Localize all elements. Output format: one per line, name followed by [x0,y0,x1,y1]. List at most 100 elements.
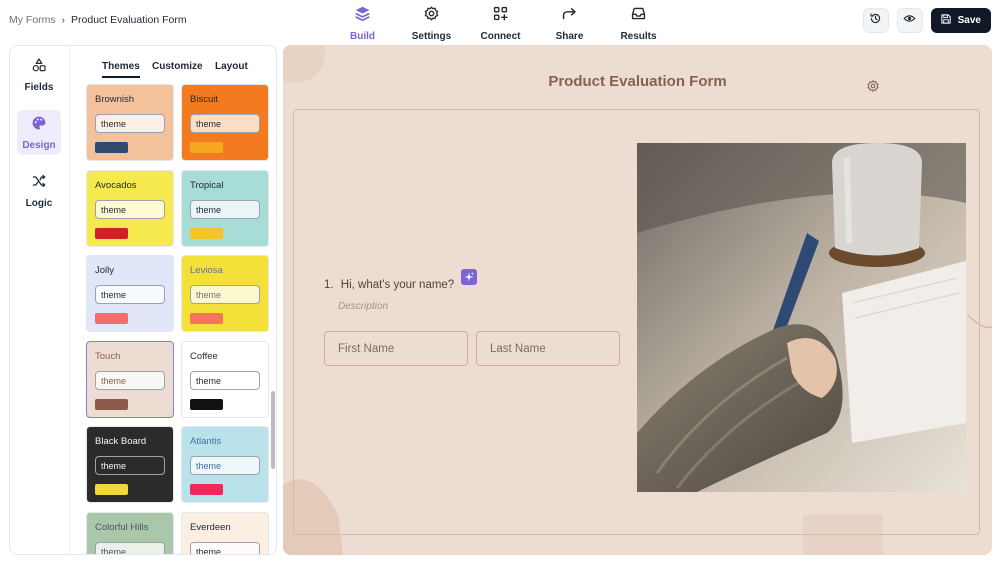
tab-results[interactable]: Results [604,0,673,42]
theme-card-sample-input: theme [190,199,260,219]
theme-card-sample-input: theme [95,199,165,219]
theme-card-name: Coffee [190,350,218,362]
history-button[interactable] [862,8,889,33]
theme-card-name: Touch [95,350,121,362]
form-preview-canvas: Product Evaluation Form 1. Hi, what's yo… [283,45,992,555]
theme-card-sample-input: theme [95,456,165,475]
layers-icon [354,5,371,27]
theme-card-sample-button [190,313,223,324]
tab-connect[interactable]: Connect [466,0,535,42]
tab-results-label: Results [620,31,657,42]
history-icon [869,12,882,30]
tab-share-label: Share [555,31,584,42]
theme-card-sample-button [95,313,128,324]
rail-item-logic[interactable]: Logic [17,168,61,213]
theme-card[interactable]: Avocados theme [86,169,174,247]
rail-logic-label: Logic [25,197,53,209]
theme-card-name: Colorful Hills [95,521,149,533]
breadcrumb: My Forms › Product Evaluation Form [9,14,187,26]
theme-card-sample-button [190,227,223,239]
rail-item-fields[interactable]: Fields [17,52,61,97]
shuffle-icon [31,173,47,194]
preview-button[interactable] [896,8,923,33]
top-actions: Save [862,8,991,33]
theme-card-sample-input: theme [190,285,260,304]
palette-icon [31,115,47,136]
last-name-field[interactable]: Last Name [476,331,620,366]
theme-card[interactable]: Colorful Hills theme [86,511,174,554]
breadcrumb-current: Product Evaluation Form [71,14,187,26]
theme-card-name: Everdeen [190,521,231,533]
theme-card[interactable]: Atlantis theme [181,426,269,503]
theme-card-sample-button [95,142,128,153]
subtab-themes[interactable]: Themes [102,61,140,78]
tab-share[interactable]: Share [535,0,604,42]
grid-plus-icon [492,5,509,27]
theme-card-sample-button [190,484,223,495]
eye-icon [903,12,916,30]
theme-card-sample-input: theme [95,285,165,304]
theme-card-name: Avocados [95,179,137,191]
theme-card[interactable]: Black Board theme [86,426,174,503]
theme-card[interactable]: Brownish theme [86,84,174,161]
theme-card[interactable]: Touch theme [86,340,174,418]
theme-card-name: Brownish [95,94,135,105]
theme-card-name: Tropical [190,179,224,191]
inbox-icon [630,5,647,27]
theme-card-name: Biscuit [190,94,218,105]
save-label: Save [957,15,981,26]
rail-fields-label: Fields [24,81,54,93]
breadcrumb-separator: › [61,14,66,26]
theme-card-sample-input: theme [95,114,165,133]
subtab-layout[interactable]: Layout [215,61,248,72]
theme-card[interactable]: Biscuit theme [181,84,269,161]
theme-card[interactable]: Everdeen theme [181,511,269,554]
theme-card-sample-button [95,398,128,410]
theme-card-sample-button [95,227,128,239]
theme-card-sample-button [95,484,128,495]
gear-icon [423,5,440,27]
question-description[interactable]: Description [338,301,388,312]
theme-card-name: Jolly [95,265,115,276]
subtab-customize[interactable]: Customize [152,61,203,72]
tab-connect-label: Connect [480,31,521,42]
ai-sparkle-icon[interactable] [461,269,477,285]
design-subtabs: Themes Customize Layout [70,58,276,82]
theme-card-sample-input: theme [190,456,260,475]
theme-list-scrollbar[interactable] [271,391,275,469]
breadcrumb-my-forms[interactable]: My Forms [9,14,56,26]
share-arrow-icon [561,5,578,27]
top-bar: My Forms › Product Evaluation Form Build… [0,0,1000,42]
form-title[interactable]: Product Evaluation Form [283,73,992,90]
rail-item-design[interactable]: Design [17,110,61,155]
save-icon [940,13,952,28]
question-label[interactable]: 1. Hi, what's your name? [324,279,454,291]
theme-card-sample-input: theme [95,541,165,554]
theme-card-name: Leviosa [190,265,223,276]
theme-card-sample-input: theme [190,114,260,133]
theme-card[interactable]: Leviosa theme [181,255,269,332]
theme-grid: Brownish theme Biscuit theme Avocados theme Tr… [70,84,276,554]
shapes-icon [31,57,47,78]
theme-card-name: Black Board [95,436,147,447]
form-cover-photo [637,143,966,492]
first-name-field[interactable]: First Name [324,331,468,366]
tab-build[interactable]: Build [328,0,397,42]
theme-card[interactable]: Jolly theme [86,255,174,332]
form-settings-gear-icon[interactable] [866,79,880,93]
theme-card-sample-input: theme [95,370,165,390]
sidebar-rail: Fields Design Logic [10,46,70,554]
design-panel: Fields Design Logic Themes Customize Lay… [9,45,277,555]
tab-settings[interactable]: Settings [397,0,466,42]
tab-build-label: Build [350,31,375,42]
question-number: 1. [324,279,334,291]
theme-card-sample-input: theme [190,541,260,554]
question-text: Hi, what's your name? [340,279,455,291]
theme-card[interactable]: Tropical theme [181,169,269,247]
tab-settings-label: Settings [411,31,452,42]
theme-card[interactable]: Coffee theme [181,340,269,418]
theme-card-sample-input: theme [190,370,260,390]
theme-card-sample-button [190,398,223,410]
theme-card-name: Atlantis [190,436,222,447]
save-button[interactable]: Save [930,8,991,33]
